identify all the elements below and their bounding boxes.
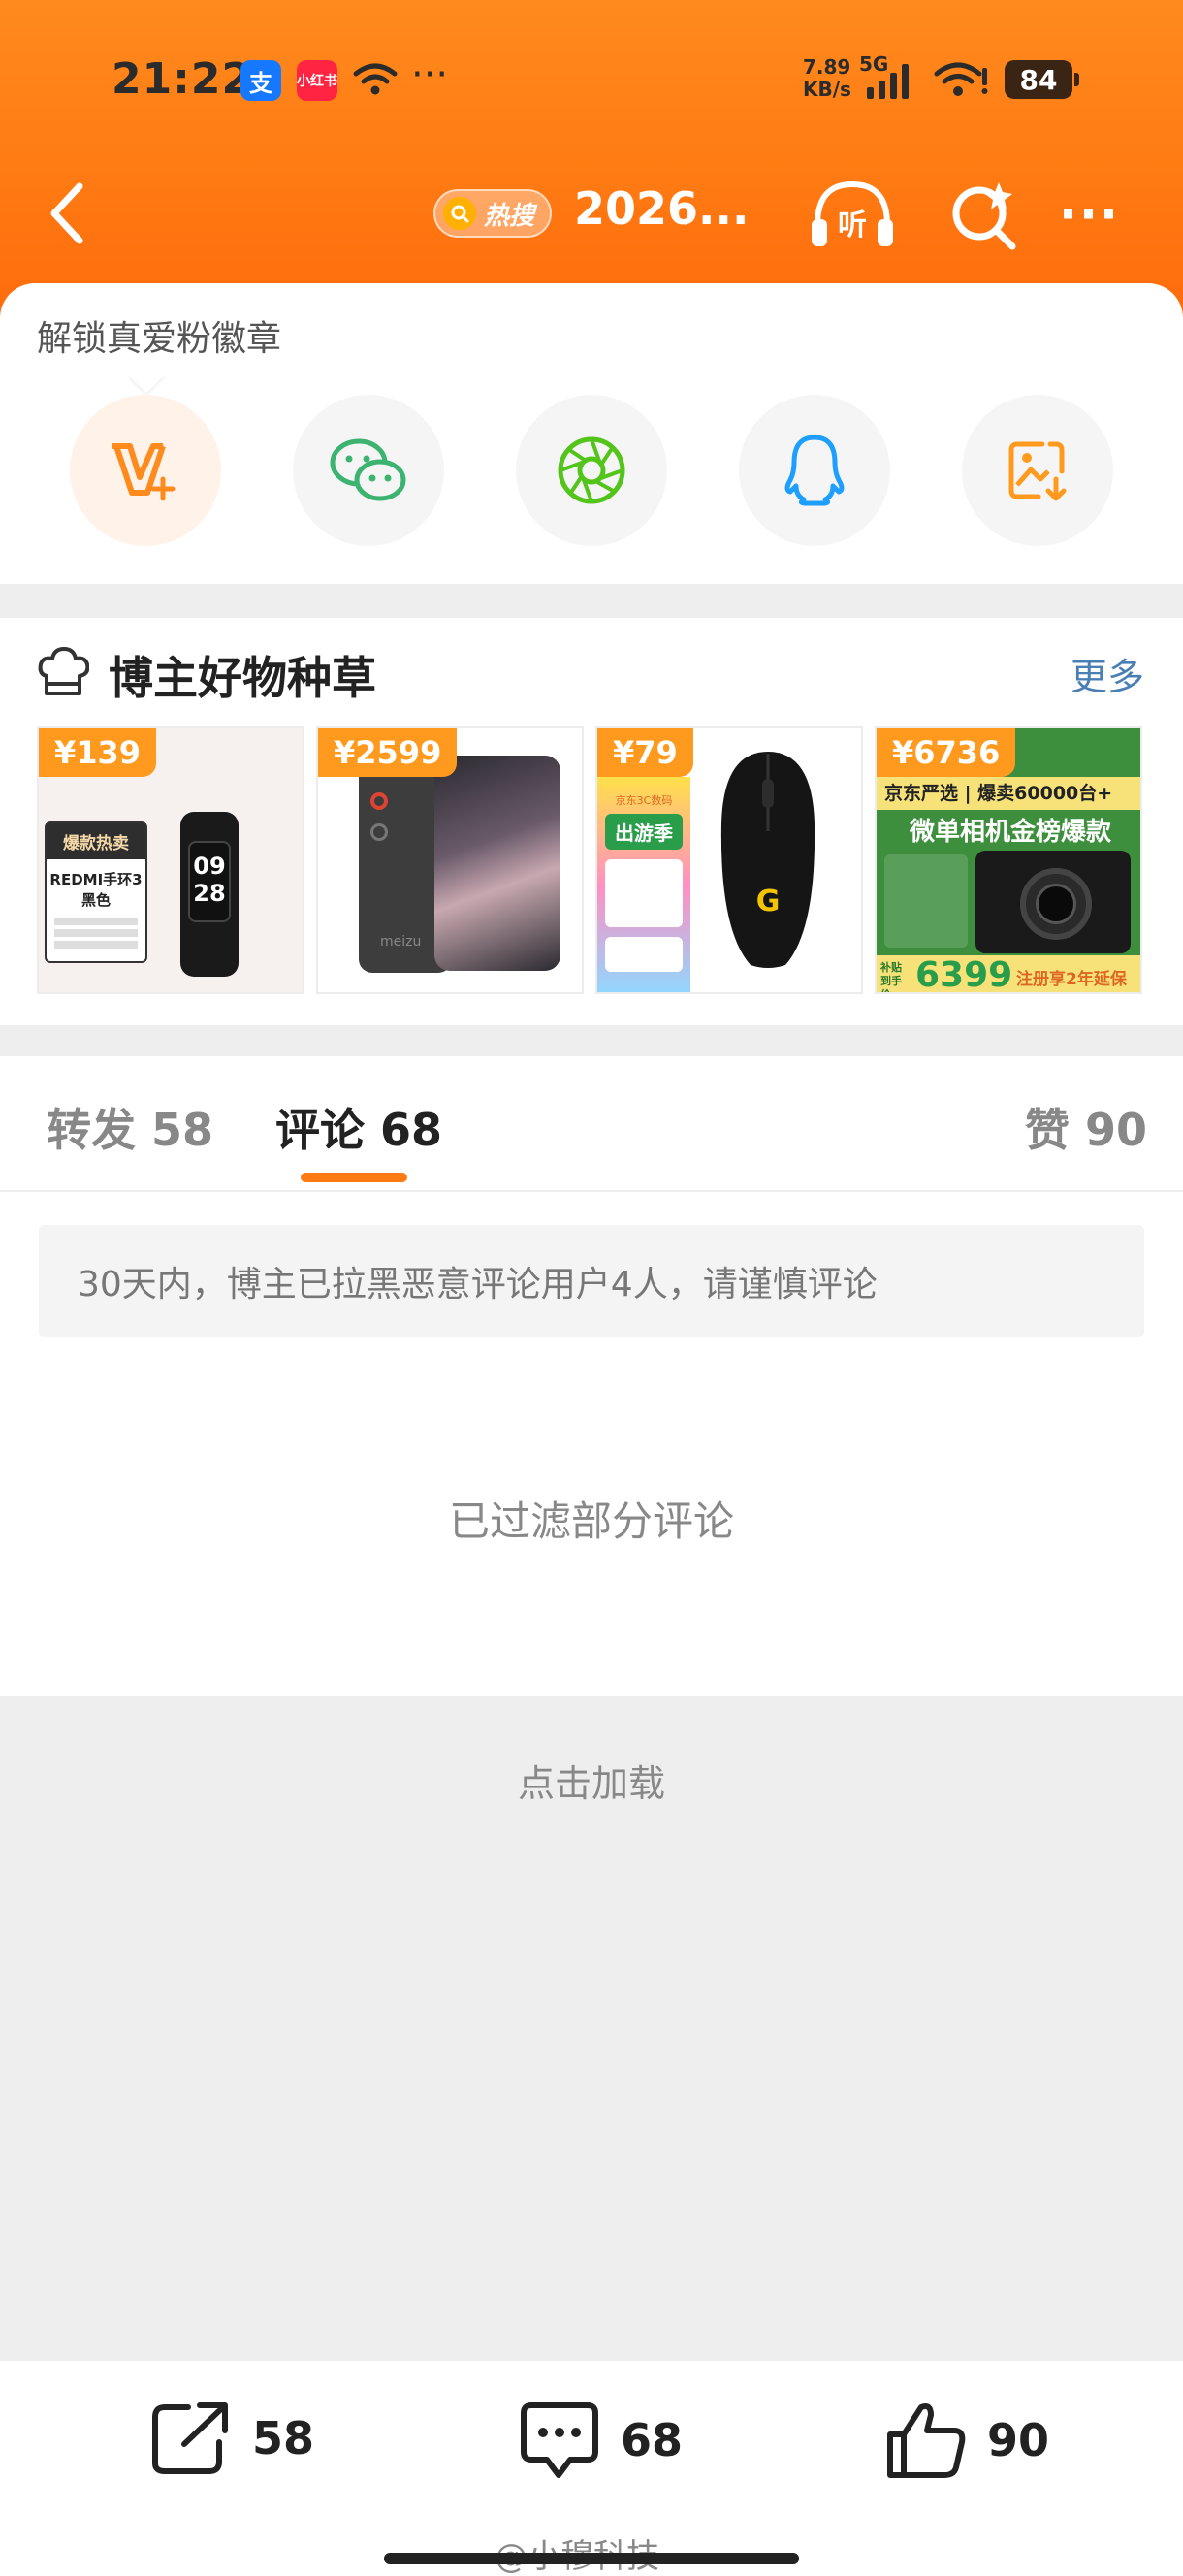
product-card-camera[interactable]: 京东严选 | 爆卖60000台+ 微单相机金榜爆款 补贴 到手价 6399 注册… xyxy=(875,726,1142,994)
promo-tag: 爆款热卖 xyxy=(47,823,145,859)
home-indicator[interactable] xyxy=(384,2553,799,2564)
camera-promo-line1: 京东严选 | 爆卖60000台+ xyxy=(877,777,1140,810)
band-image: 09 28 xyxy=(180,812,239,977)
search-icon xyxy=(443,197,476,230)
chef-hat-icon xyxy=(38,647,89,695)
like-button[interactable]: 90 xyxy=(884,2399,1049,2481)
tab-repost[interactable]: 转发 58 xyxy=(47,1095,213,1159)
comment-count: 68 xyxy=(621,2414,684,2466)
speed-value: 7.89 xyxy=(803,55,851,79)
badge-unlock-title[interactable]: 解锁真爱粉徽章 xyxy=(37,310,281,361)
share-qq-button[interactable] xyxy=(739,395,890,546)
status-overflow: ··· xyxy=(411,52,449,97)
share-arrow-icon xyxy=(152,2402,228,2474)
band-screen-hour: 09 xyxy=(193,853,226,880)
qq-icon xyxy=(784,435,845,506)
interaction-tabs: 转发 58 评论 68 赞 90 xyxy=(0,1056,1183,1192)
phone-front-image xyxy=(434,756,560,971)
banner-shop: 京东3C数码 xyxy=(615,794,673,807)
camera-promo-line2: 微单相机金榜爆款 xyxy=(909,818,1111,847)
svg-text:G: G xyxy=(756,885,781,918)
speed-unit: KB/s xyxy=(803,78,851,101)
comment-notice: 30天内，博主已拉黑恶意评论用户4人，请谨慎评论 xyxy=(39,1225,1144,1337)
camera-promo-label: 补贴 到手价 xyxy=(880,961,902,992)
status-time: 21:22 xyxy=(112,54,253,104)
travel-season-banner: 京东3C数码 出游季 xyxy=(597,777,690,992)
product-card-band[interactable]: 爆款热卖 REDMI手环3 黑色 09 28 ¥139 xyxy=(37,726,304,994)
camera-service: 注册享2年延保 xyxy=(1016,970,1127,989)
alipay-icon: 支 xyxy=(240,60,281,101)
comment-button[interactable]: 68 xyxy=(518,2399,683,2481)
product-price: ¥6736 xyxy=(877,728,1016,777)
svg-text:听: 听 xyxy=(838,209,867,242)
mouse-image: G xyxy=(720,752,815,968)
camera-promo-price: 6399 xyxy=(915,955,1013,994)
save-image-icon xyxy=(1008,441,1067,501)
product-price: ¥2599 xyxy=(318,728,458,777)
page-title[interactable]: 2026... xyxy=(574,182,749,235)
repost-count: 58 xyxy=(252,2412,315,2464)
status-bar: 21:22 支 小红书 ··· 7.89 KB/s 5G 84 xyxy=(0,0,1183,160)
hot-search-pill[interactable]: 热搜 xyxy=(433,189,552,238)
filtered-comments-text: 已过滤部分评论 xyxy=(448,1497,734,1545)
goods-section-title: 博主好物种草 xyxy=(109,652,376,704)
moments-icon xyxy=(558,436,625,504)
tab-comment[interactable]: 评论 68 xyxy=(275,1095,442,1159)
band-screen-minute: 28 xyxy=(193,880,226,907)
load-more-button[interactable]: 点击加载 xyxy=(0,1754,1183,1807)
active-tab-indicator xyxy=(301,1173,407,1182)
bottom-action-bar: 58 68 90 @小穆科技 xyxy=(0,2359,1183,2576)
comment-bubble-icon xyxy=(521,2402,598,2478)
product-price: ¥79 xyxy=(597,728,693,777)
share-wechat-button[interactable] xyxy=(293,395,444,546)
product-promo-label: 爆款热卖 REDMI手环3 黑色 xyxy=(45,821,147,963)
search-icon[interactable] xyxy=(944,177,1022,254)
comments-area: 30天内，博主已拉黑恶意评论用户4人，请谨慎评论 已过滤部分评论 xyxy=(0,1192,1183,1696)
back-arrow-icon[interactable] xyxy=(39,175,107,252)
wechat-icon xyxy=(330,438,406,501)
thumbs-up-icon xyxy=(887,2403,966,2478)
product-card-phone[interactable]: meizu ¥2599 xyxy=(316,726,584,994)
share-moments-button[interactable] xyxy=(516,395,667,546)
repost-button[interactable]: 58 xyxy=(149,2399,314,2477)
share-panel: 解锁真爱粉徽章 xyxy=(0,283,1183,584)
wifi-icon xyxy=(353,63,398,95)
badge-tooltip-arrow xyxy=(128,357,165,394)
xiaohongshu-icon: 小红书 xyxy=(297,60,337,101)
battery-indicator: 84 xyxy=(1005,60,1079,99)
save-image-button[interactable] xyxy=(962,395,1113,546)
tab-like[interactable]: 赞 90 xyxy=(1025,1095,1147,1159)
vip-plus-icon xyxy=(112,443,176,501)
wifi-icon xyxy=(934,62,988,96)
vip-badge-button[interactable] xyxy=(70,395,221,546)
product-name: REDMI手环3 xyxy=(49,871,143,888)
camera-image xyxy=(975,851,1131,953)
network-speed: 7.89 KB/s xyxy=(803,56,851,101)
more-options-icon[interactable]: ··· xyxy=(1059,186,1120,242)
banner-title: 出游季 xyxy=(605,814,683,850)
product-color: 黑色 xyxy=(80,891,111,909)
product-card-mouse[interactable]: 京东3C数码 出游季 G ¥79 xyxy=(595,726,863,994)
blogger-goods-section: 博主好物种草 更多 爆款热卖 REDMI手环3 黑色 09 28 ¥139 me… xyxy=(0,618,1183,1025)
goods-more-link[interactable]: 更多 xyxy=(1071,647,1144,700)
hot-search-label: 热搜 xyxy=(484,201,535,231)
camera-price-strip: 补贴 到手价 6399 注册享2年延保 xyxy=(877,955,1140,994)
product-price: ¥139 xyxy=(39,728,157,777)
phone-brand: meizu xyxy=(380,934,422,950)
signal-icon xyxy=(867,64,909,99)
like-count: 90 xyxy=(987,2414,1050,2466)
listen-headphones-icon[interactable]: 听 xyxy=(808,175,897,252)
